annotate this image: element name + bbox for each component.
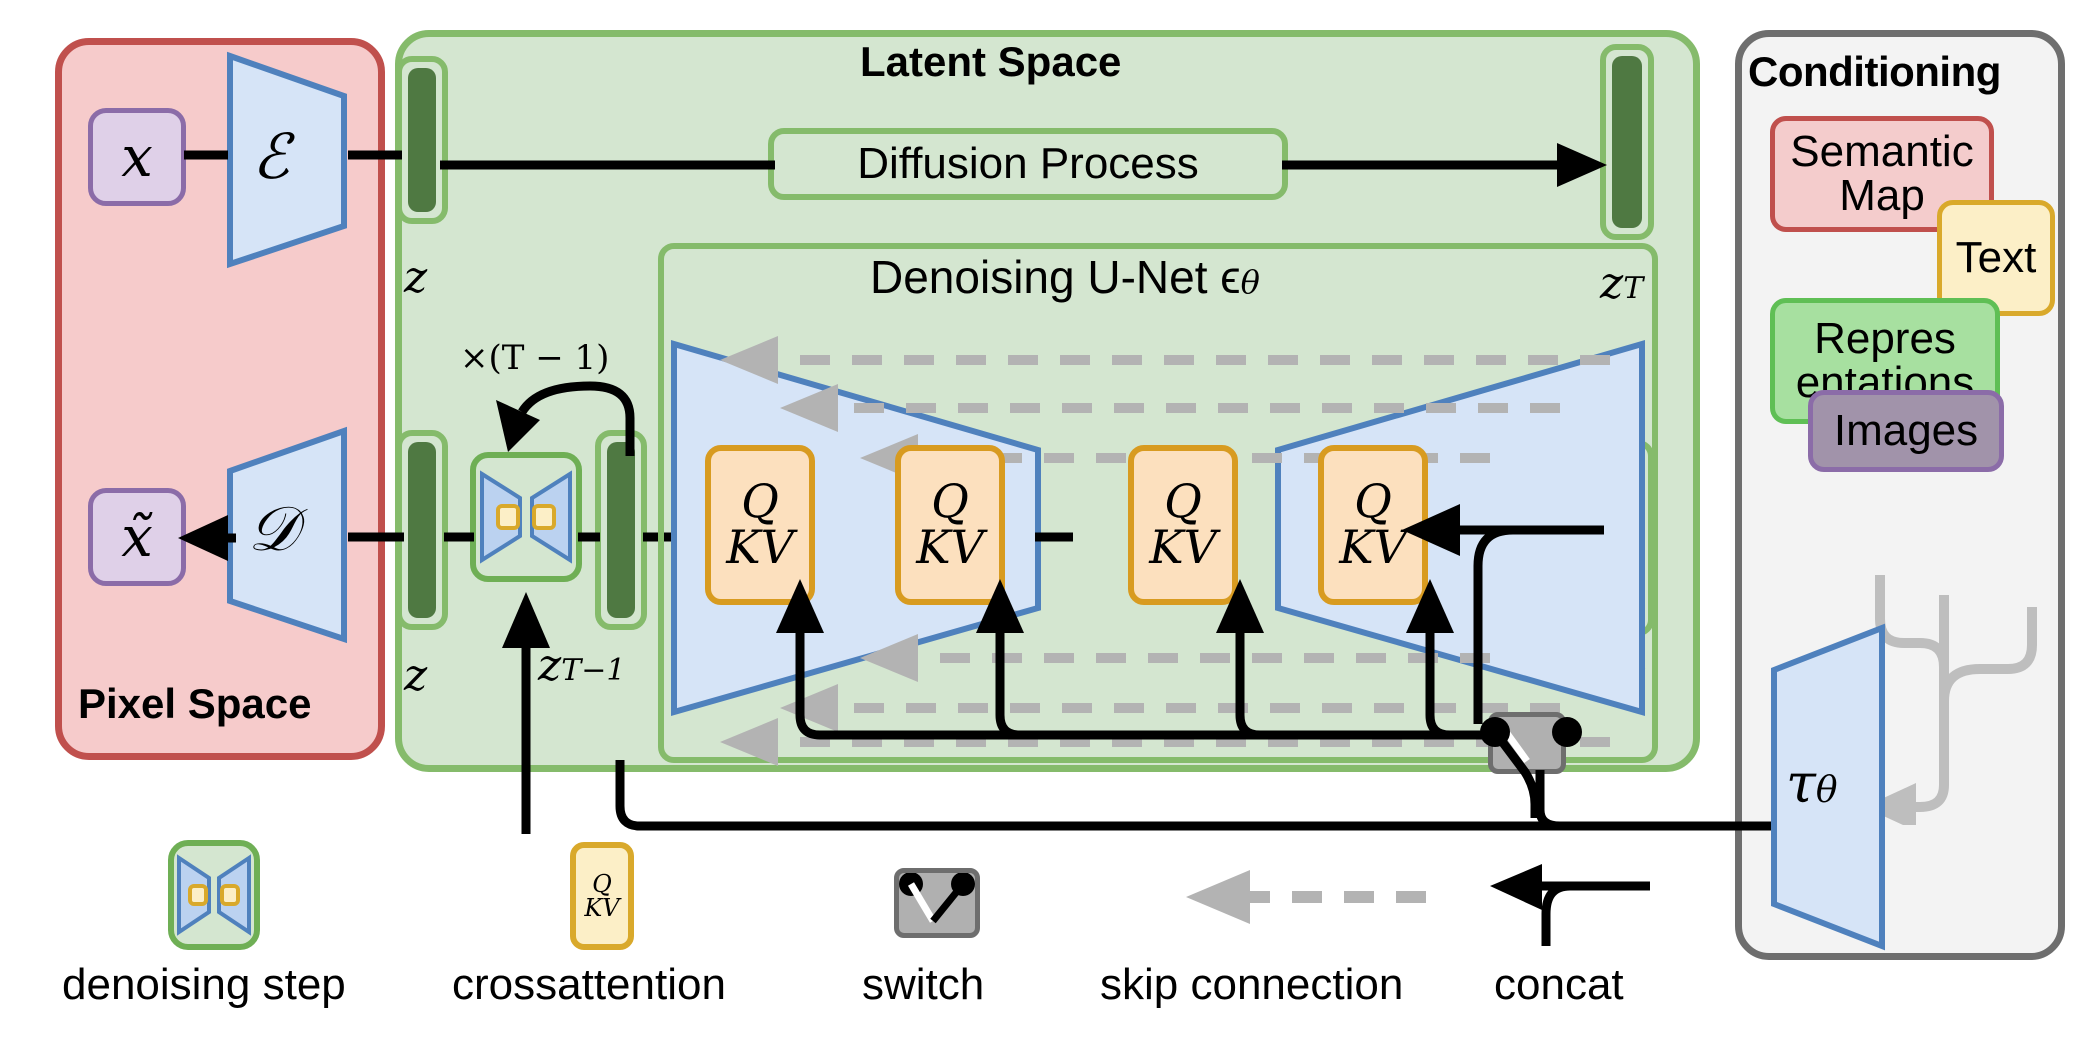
conditioning-title: Conditioning bbox=[1748, 48, 2001, 95]
legend-icon-crossattention: Q KV bbox=[570, 842, 634, 950]
denoising-unet-title: Denoising U-Net ϵθ bbox=[870, 251, 1260, 303]
legend-icon-denoising-step bbox=[168, 840, 260, 950]
legend-icon-switch bbox=[894, 868, 980, 938]
legend-qkv-kv: KV bbox=[584, 894, 620, 922]
legend-label-denoising-step: denoising step bbox=[62, 960, 346, 1009]
conditioning-merge-connector bbox=[1864, 575, 2037, 825]
encoder-label: ℰ bbox=[252, 120, 290, 193]
chip-label-images: Images bbox=[1833, 406, 1979, 455]
arrow-diffusion-to-zT bbox=[1282, 143, 1607, 187]
pixel-space-title: Pixel Space bbox=[78, 680, 312, 727]
diffusion-process-box: Diffusion Process bbox=[768, 128, 1288, 200]
latent-label-z-bottom: z bbox=[404, 650, 428, 701]
legend-label-crossattention: crossattention bbox=[452, 960, 726, 1009]
legend-qkv-q: Q bbox=[592, 870, 612, 898]
latent-label-z-top: z bbox=[404, 252, 428, 303]
output-image-box: x̃ bbox=[88, 488, 186, 586]
line-z-to-step bbox=[444, 532, 474, 542]
legend-label-concat: concat bbox=[1494, 960, 1624, 1009]
loop-arrow bbox=[496, 381, 635, 456]
diffusion-process-label: Diffusion Process bbox=[857, 139, 1199, 188]
unet-bottleneck-line bbox=[1035, 532, 1073, 542]
line-encoder-to-z bbox=[348, 150, 402, 160]
arrow-decoder-to-output bbox=[178, 515, 236, 561]
conditioning-chip-images[interactable]: Images bbox=[1808, 390, 2004, 472]
legend-icon-concat bbox=[1490, 864, 1650, 946]
arrow-zT-to-unet bbox=[1402, 504, 1604, 724]
input-image-label: x bbox=[121, 124, 153, 190]
latent-space-title: Latent Space bbox=[860, 38, 1122, 85]
input-image-box: x bbox=[88, 108, 186, 206]
denoising-step-icon bbox=[470, 452, 582, 582]
line-x-to-encoder bbox=[184, 150, 228, 160]
chip-label-text: Text bbox=[1955, 233, 2037, 282]
arrow-cond-to-denoising-step bbox=[502, 592, 550, 834]
diagram-canvas: Latent Space Pixel Space Conditioning x … bbox=[0, 0, 2092, 1042]
decoder-label: 𝒟 bbox=[248, 492, 298, 565]
line-zbottom-to-decoder bbox=[348, 532, 404, 542]
arrow-z-to-diffusion bbox=[440, 160, 775, 170]
latent-bar-z-tminus1 bbox=[595, 430, 647, 630]
legend-icon-skip-connection bbox=[1186, 870, 1426, 924]
legend-label-switch: switch bbox=[862, 960, 985, 1009]
chip-label-representations-line1: Repres bbox=[1814, 314, 1956, 363]
line-step-to-ztminus1 bbox=[578, 532, 600, 542]
legend-label-skip-connection: skip connection bbox=[1100, 960, 1404, 1009]
output-image-label: x̃ bbox=[121, 504, 153, 570]
conditioning-encoder-label: τθ bbox=[1786, 752, 1838, 815]
